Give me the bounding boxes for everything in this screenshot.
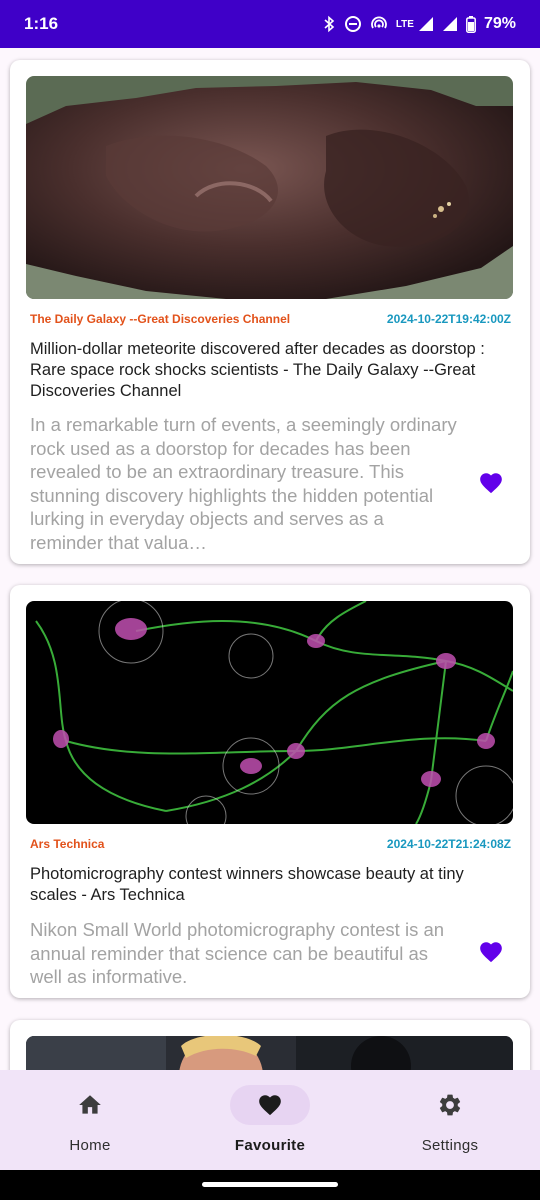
article-title[interactable]: Million-dollar meteorite discovered afte… [30,339,500,402]
news-feed[interactable]: The Daily Galaxy --Great Discoveries Cha… [0,48,540,1070]
signal-icon [418,17,433,31]
article-date: 2024-10-22T19:42:00Z [386,312,511,326]
article-image-meteorite [26,76,513,299]
article-description: In a remarkable turn of events, a seemin… [30,414,457,553]
nav-indicator-home [50,1085,130,1125]
favourite-heart-icon[interactable] [478,939,504,965]
article-source: Ars Technica [30,837,105,851]
nav-label-favourite: Favourite [234,1137,306,1154]
favourite-heart-icon[interactable] [478,470,504,496]
nav-label-settings: Settings [421,1137,479,1154]
article-image-partial [26,1036,513,1070]
gear-icon [439,1094,461,1116]
nav-indicator-settings [410,1085,490,1125]
article-title[interactable]: Photomicrography contest winners showcas… [30,864,500,906]
home-gesture-handle[interactable] [202,1182,338,1187]
bluetooth-icon [324,15,335,33]
article-source: The Daily Galaxy --Great Discoveries Cha… [30,312,291,326]
network-type-label: LTE [395,18,414,30]
article-image-photomicrography [26,601,513,824]
nav-item-favourite[interactable]: Favourite [180,1070,360,1170]
article-card[interactable]: Ars Technica 2024-10-22T21:24:08Z Photom… [10,585,530,998]
hotspot-icon [370,16,387,29]
nav-item-home[interactable]: Home [0,1070,180,1170]
heart-icon [259,1095,281,1116]
battery-percentage: 79% [483,15,516,32]
article-description: Nikon Small World photomicrography conte… [30,919,445,987]
battery-icon [466,15,476,33]
nav-item-settings[interactable]: Settings [360,1070,540,1170]
article-card[interactable] [10,1020,530,1070]
status-bar: 1:16 LTE 79% [0,0,540,48]
nav-label-home: Home [69,1137,111,1154]
article-card[interactable]: The Daily Galaxy --Great Discoveries Cha… [10,60,530,564]
do-not-disturb-icon [344,16,361,32]
article-date: 2024-10-22T21:24:08Z [386,837,511,851]
status-icons: LTE 79% [322,15,516,33]
status-time: 1:16 [24,14,59,33]
gesture-navigation-bar [0,1170,540,1200]
home-icon [79,1095,101,1114]
signal-icon-secondary [442,17,457,31]
bottom-navigation: Home Favourite Settings [0,1070,540,1170]
nav-indicator-favourite [230,1085,310,1125]
